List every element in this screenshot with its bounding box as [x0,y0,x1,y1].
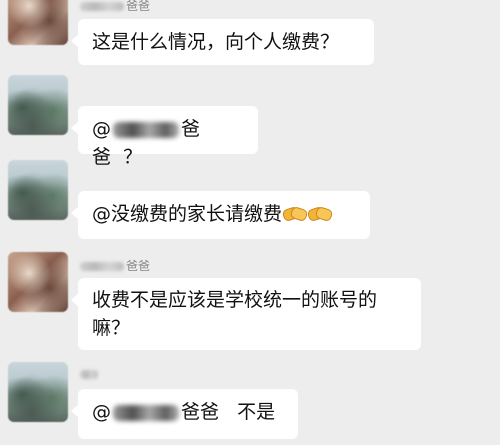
sender-name-suffix: 爸爸 [126,259,151,273]
avatar[interactable] [8,252,68,312]
handshake-icon [281,204,309,223]
message-bubble[interactable]: @ 爸爸 ？ [71,106,258,168]
mention-at: @ [92,401,111,423]
handshake-icon [306,204,334,223]
avatar[interactable] [8,0,68,45]
avatar[interactable] [8,75,68,135]
avatar[interactable] [8,362,68,422]
message-text: 这是什么情况，向个人缴费？ [92,31,340,53]
avatar[interactable] [8,160,68,220]
message-text: ？ [123,146,143,168]
mention-at: @ [92,118,111,140]
message-bubble[interactable]: @没缴费的家长请缴费 [71,191,370,239]
redacted-mention [113,404,179,421]
message-text: @没缴费的家长请缴费 [92,203,283,225]
message-bubble[interactable]: 这是什么情况，向个人缴费？ [71,19,374,65]
sender-name [80,366,100,382]
message-text: 不是 [237,401,276,423]
message-bubble[interactable]: 收费不是应该是学校统一的账号的 嘛？ [71,278,421,350]
sender-name: 爸爸 [80,258,150,274]
sender-name: 爸爸 [80,0,150,14]
sender-name-suffix: 爸爸 [126,0,151,13]
redacted-name [80,370,98,379]
message-text-line: 嘛？ [92,317,131,339]
redacted-name [80,2,124,11]
message-bubble[interactable]: @ 爸爸 不是 [71,389,298,439]
mention-suffix: 爸爸 [181,401,220,423]
message-text-line: 收费不是应该是学校统一的账号的 [92,289,378,311]
redacted-name [80,262,124,271]
redacted-mention [113,121,179,138]
